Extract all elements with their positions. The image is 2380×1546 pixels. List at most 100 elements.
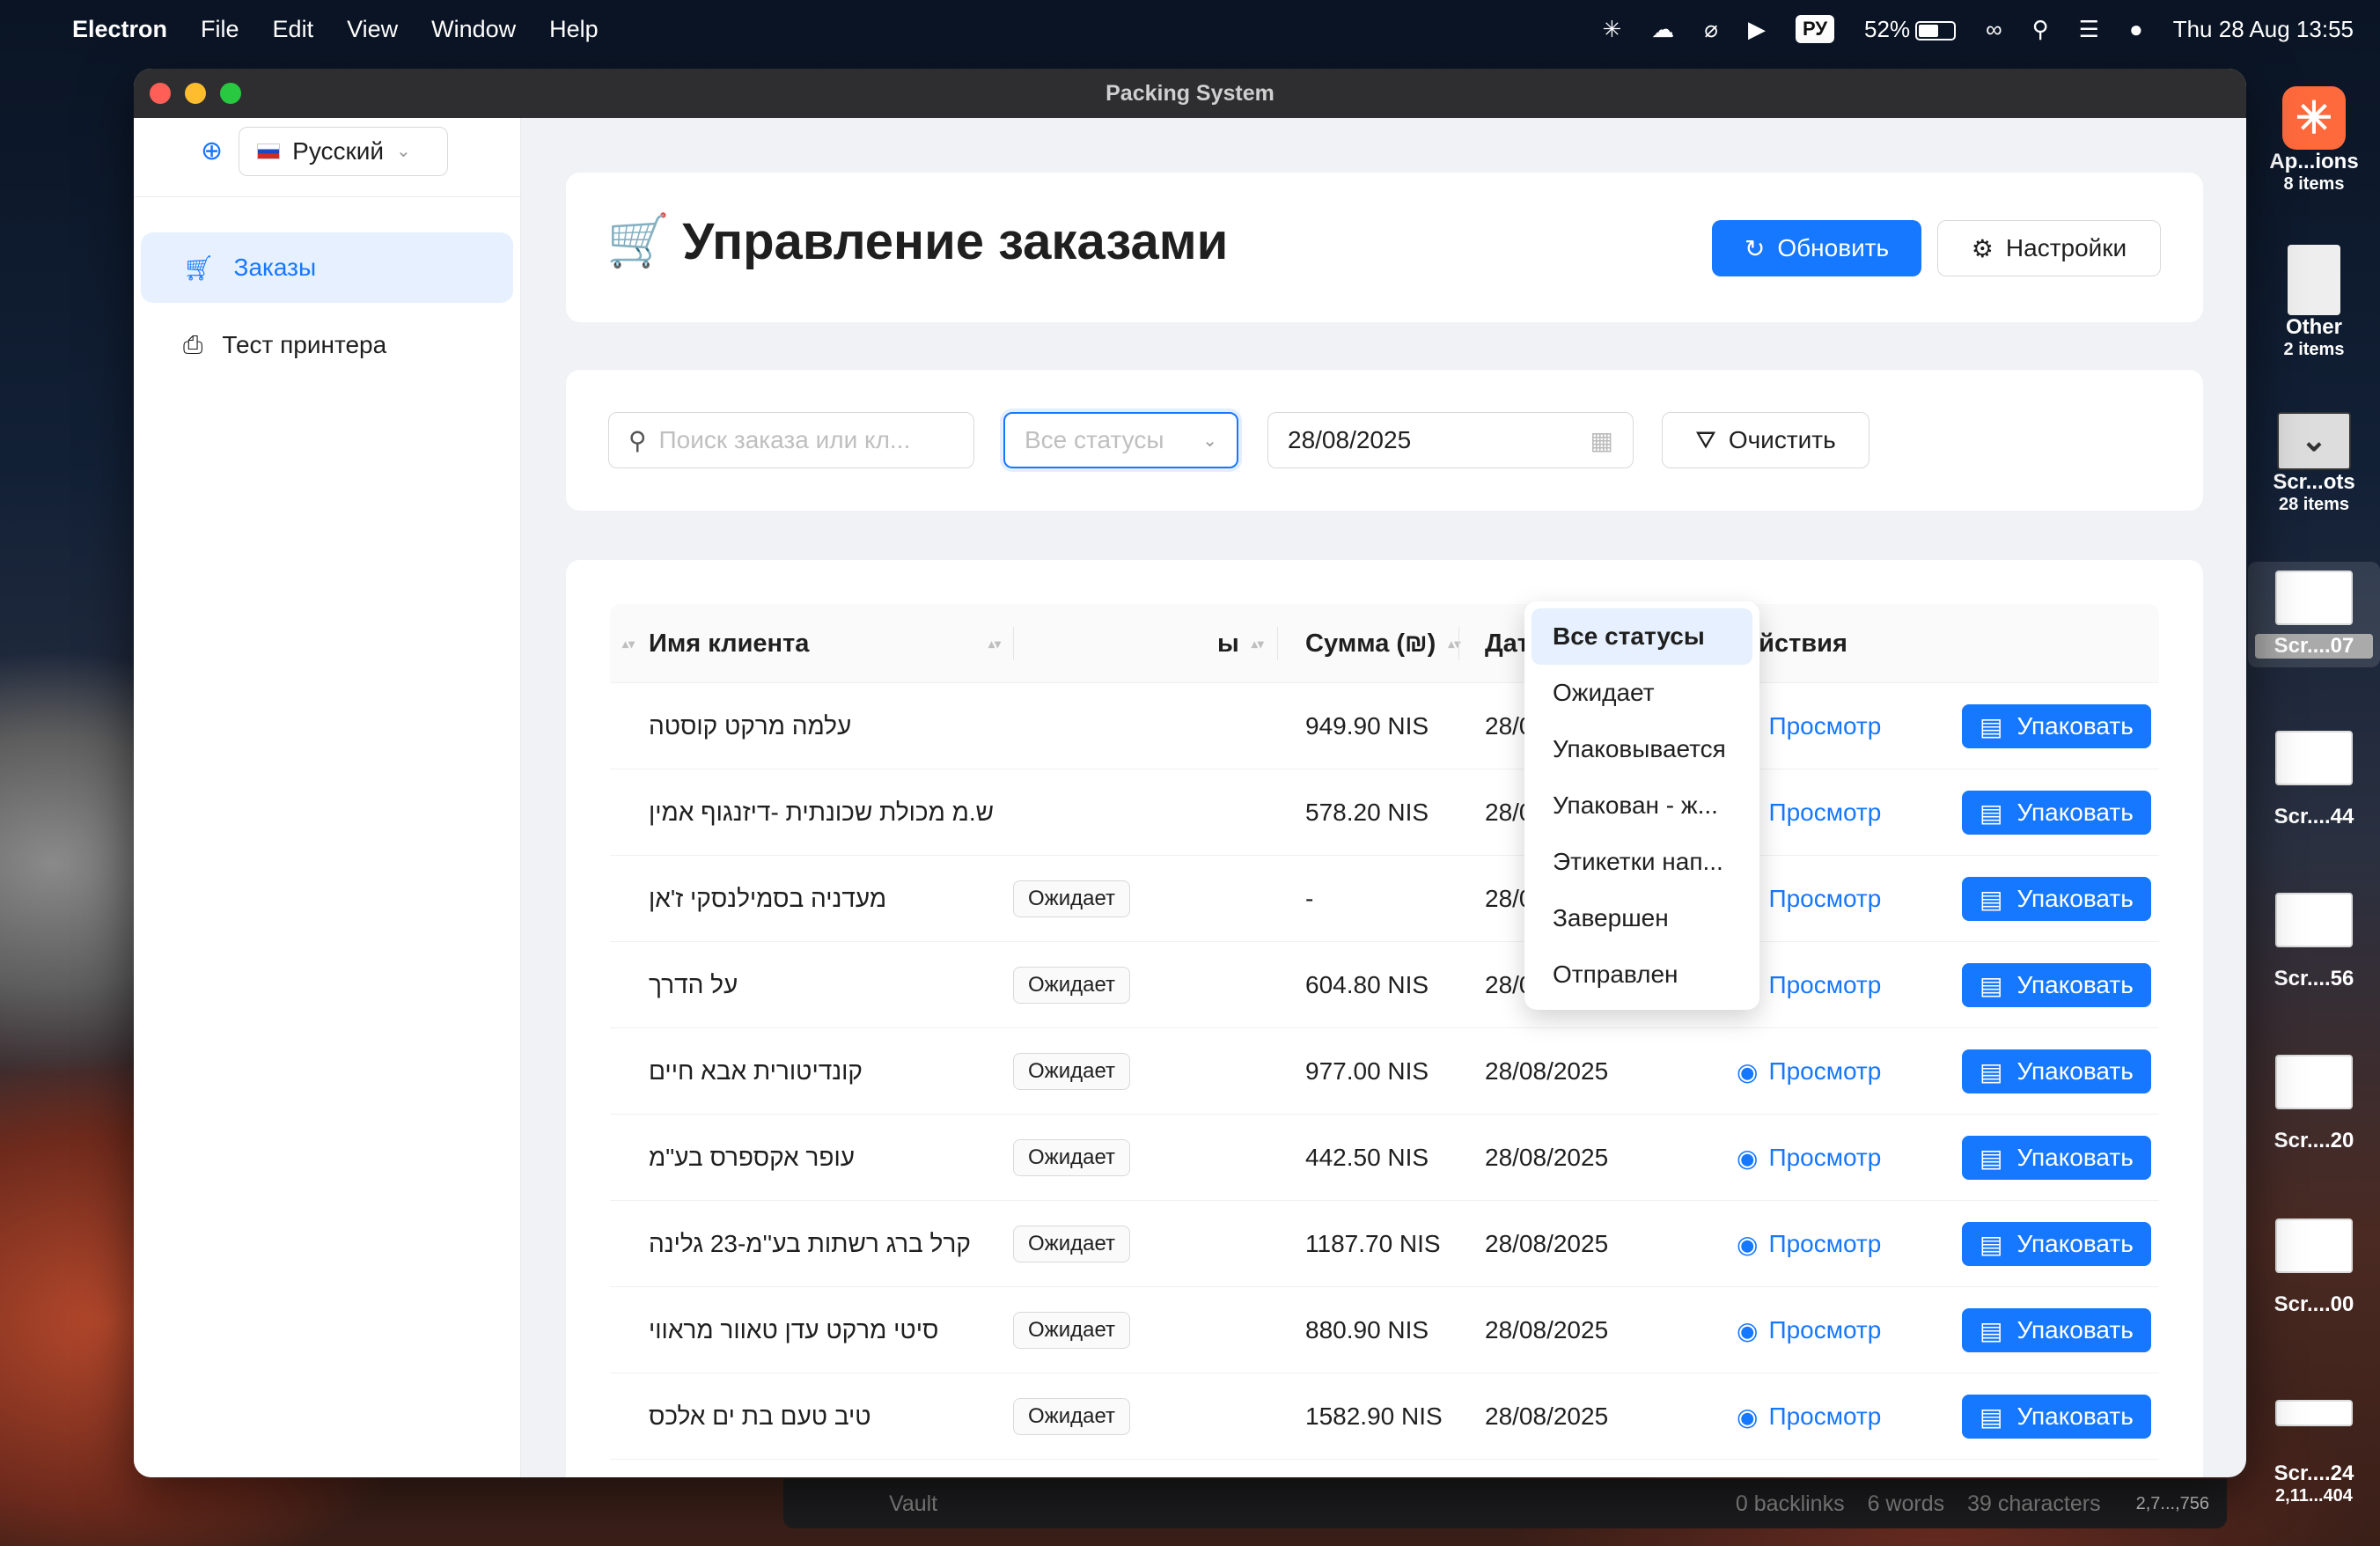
thumbnail [2275, 1218, 2353, 1273]
client-name-cell: עלמה מרקט קוסטה [649, 712, 852, 740]
search-input[interactable]: ⚲ Поиск заказа или кл... [608, 412, 974, 468]
menu-file[interactable]: File [201, 16, 239, 43]
sum-cell: 880.90 NIS [1305, 1316, 1429, 1344]
eye-icon: ◉ [1737, 1057, 1759, 1086]
desktop-file-screenshot[interactable]: Scr....44 [2248, 731, 2380, 829]
pack-order-button[interactable]: ▤ Упаковать [1962, 877, 2151, 921]
view-order-link[interactable]: ◉ Просмотр [1737, 1028, 1881, 1115]
pack-order-button[interactable]: ▤ Упаковать [1962, 1308, 2151, 1352]
menu-help[interactable]: Help [549, 16, 599, 43]
thumbnail [2275, 571, 2353, 625]
clear-filters-button[interactable]: ⛛ Очистить [1662, 412, 1869, 468]
file-label: Scr....56 [2273, 967, 2354, 990]
pack-order-button[interactable]: ▤ Упаковать [1962, 1395, 2151, 1439]
document-icon: ▤ [1980, 1402, 2003, 1431]
refresh-button[interactable]: ↻ Обновить [1712, 220, 1921, 276]
pack-order-button[interactable]: ▤ Упаковать [1962, 963, 2151, 1007]
menu-edit[interactable]: Edit [273, 16, 314, 43]
client-name-cell: מעדניה בסמילנסקי ז'אן [649, 885, 887, 912]
notifications-status-icon[interactable]: ☁ [1651, 16, 1674, 43]
view-label: Просмотр [1768, 1402, 1882, 1430]
view-order-link[interactable]: ◉ Просмотр [1737, 1115, 1881, 1201]
thumbnail [2275, 731, 2353, 785]
menu-view[interactable]: View [347, 16, 398, 43]
status-option-packed[interactable]: Упакован - ж... [1532, 777, 1752, 834]
status-option-pending[interactable]: Ожидает [1532, 665, 1752, 721]
status-option-completed[interactable]: Завершен [1532, 890, 1752, 946]
desktop-file-screenshot[interactable]: Scr....56 [2248, 893, 2380, 991]
status-option-labels[interactable]: Этикетки нап... [1532, 834, 1752, 890]
language-row: ⊕ Русский ⌄ [134, 118, 520, 197]
cart-emoji-icon: 🛒 [606, 212, 671, 269]
background-editor-statusbar: Vault 0 backlinks 6 words 39 characters … [783, 1479, 2227, 1528]
pack-order-button[interactable]: ▤ Упаковать [1962, 704, 2151, 748]
title-bar: Packing System [134, 69, 2246, 118]
desktop-stack-other[interactable]: Other 2 items [2248, 245, 2380, 360]
status-select[interactable]: Все статусы ⌄ [1003, 412, 1238, 468]
status-option-packing[interactable]: Упаковывается [1532, 721, 1752, 777]
pack-order-button[interactable]: ▤ Упаковать [1962, 791, 2151, 835]
file-size-label: 2,7...,756 [2135, 1493, 2209, 1513]
pack-order-button[interactable]: ▤ Упаковать [1962, 1222, 2151, 1266]
rocket-status-icon[interactable]: ⌀ [1704, 16, 1718, 43]
applications-icon: ✳ [2282, 86, 2346, 150]
sidebar-item-printer-test[interactable]: ⎙ Тест принтера [141, 310, 513, 380]
desktop-file-screenshot[interactable]: Scr....20 [2248, 1055, 2380, 1153]
desktop-stack-screenshots[interactable]: ⌄ Scr...ots 28 items [2248, 412, 2380, 515]
file-size: 2,11...404 [2275, 1486, 2353, 1506]
table-row: עופר אקספרס בע"מ Ожидает 442.50 NIS 28/08/2… [610, 1115, 2159, 1201]
view-order-link[interactable]: ◉ Просмотр [1737, 1287, 1881, 1373]
input-source-indicator[interactable]: РУ [1795, 15, 1835, 43]
battery-indicator[interactable]: 52% [1864, 16, 1957, 43]
menu-bar: Electron File Edit View Window Help ✳ ☁ … [0, 0, 2380, 58]
gear-icon: ⚙ [1971, 234, 1994, 262]
printer-icon: ⎙ [183, 330, 203, 358]
document-icon [2288, 245, 2340, 315]
col-items-partial[interactable]: ы ▴▾ [1217, 604, 1264, 683]
play-status-icon[interactable]: ▶ [1748, 16, 1766, 43]
status-option-shipped[interactable]: Отправлен [1532, 946, 1752, 1003]
pack-label: Упаковать [2016, 885, 2134, 912]
vault-label[interactable]: Vault [889, 1491, 937, 1517]
sparkle-status-icon[interactable]: ✳ [1603, 16, 1622, 43]
pack-order-button[interactable]: ▤ Упаковать [1962, 1049, 2151, 1093]
close-window-icon[interactable] [150, 83, 171, 104]
view-order-link[interactable]: ◉ Просмотр [1737, 1373, 1881, 1460]
desktop-file-screenshot[interactable]: Scr....07 [2248, 562, 2380, 667]
link-status-icon[interactable]: ∞ [1986, 16, 2002, 43]
pack-label: Упаковать [2016, 712, 2134, 740]
menu-app-name[interactable]: Electron [72, 16, 167, 43]
status-option-all[interactable]: Все статусы [1532, 608, 1752, 665]
date-cell: 28/08/2025 [1485, 1316, 1609, 1344]
desktop-file-screenshot[interactable]: Scr....24 2,11...404 [2248, 1400, 2380, 1506]
sum-cell: 977.00 NIS [1305, 1057, 1429, 1085]
search-icon: ⚲ [628, 426, 647, 454]
view-label: Просмотр [1768, 1230, 1882, 1257]
siri-icon[interactable]: ● [2129, 16, 2143, 43]
menu-window[interactable]: Window [431, 16, 516, 43]
sidebar-item-orders[interactable]: 🛒︎ Заказы [141, 232, 513, 303]
col-sorter-partial: ▴▾ [622, 637, 635, 651]
window-controls [150, 83, 241, 104]
table-row: טיב טעם בת ים אלכס Ожидает 1582.90 NIS 28/0… [610, 1373, 2159, 1460]
col-client-name[interactable]: Имя клиента ▴▾ [649, 604, 1001, 683]
globe-icon: ⊕ [201, 136, 224, 166]
clock[interactable]: Thu 28 Aug 13:55 [2173, 16, 2354, 43]
desktop-file-screenshot[interactable]: Scr....00 [2248, 1218, 2380, 1317]
desktop-stack-applications[interactable]: ✳ Ap...ions 8 items [2248, 86, 2380, 195]
date-picker[interactable]: 28/08/2025 ▦ [1267, 412, 1634, 468]
spotlight-search-icon[interactable]: ⚲ [2032, 16, 2049, 43]
col-sum[interactable]: Сумма (₪) ▴▾ [1305, 604, 1460, 683]
language-select[interactable]: Русский ⌄ [239, 126, 449, 176]
minimize-window-icon[interactable] [185, 83, 206, 104]
control-center-icon[interactable]: ☰ [2079, 16, 2099, 43]
col-sum-label: Сумма (₪) [1305, 629, 1436, 658]
window-title: Packing System [1106, 80, 1274, 106]
zoom-window-icon[interactable] [220, 83, 241, 104]
view-order-link[interactable]: ◉ Просмотр [1737, 1201, 1881, 1287]
settings-button[interactable]: ⚙ Настройки [1937, 220, 2161, 276]
pack-order-button[interactable]: ▤ Упаковать [1962, 1136, 2151, 1180]
stack-label: Scr...ots [2273, 470, 2355, 494]
search-placeholder: Поиск заказа или кл... [658, 426, 911, 453]
document-icon: ▤ [1980, 1316, 2003, 1344]
